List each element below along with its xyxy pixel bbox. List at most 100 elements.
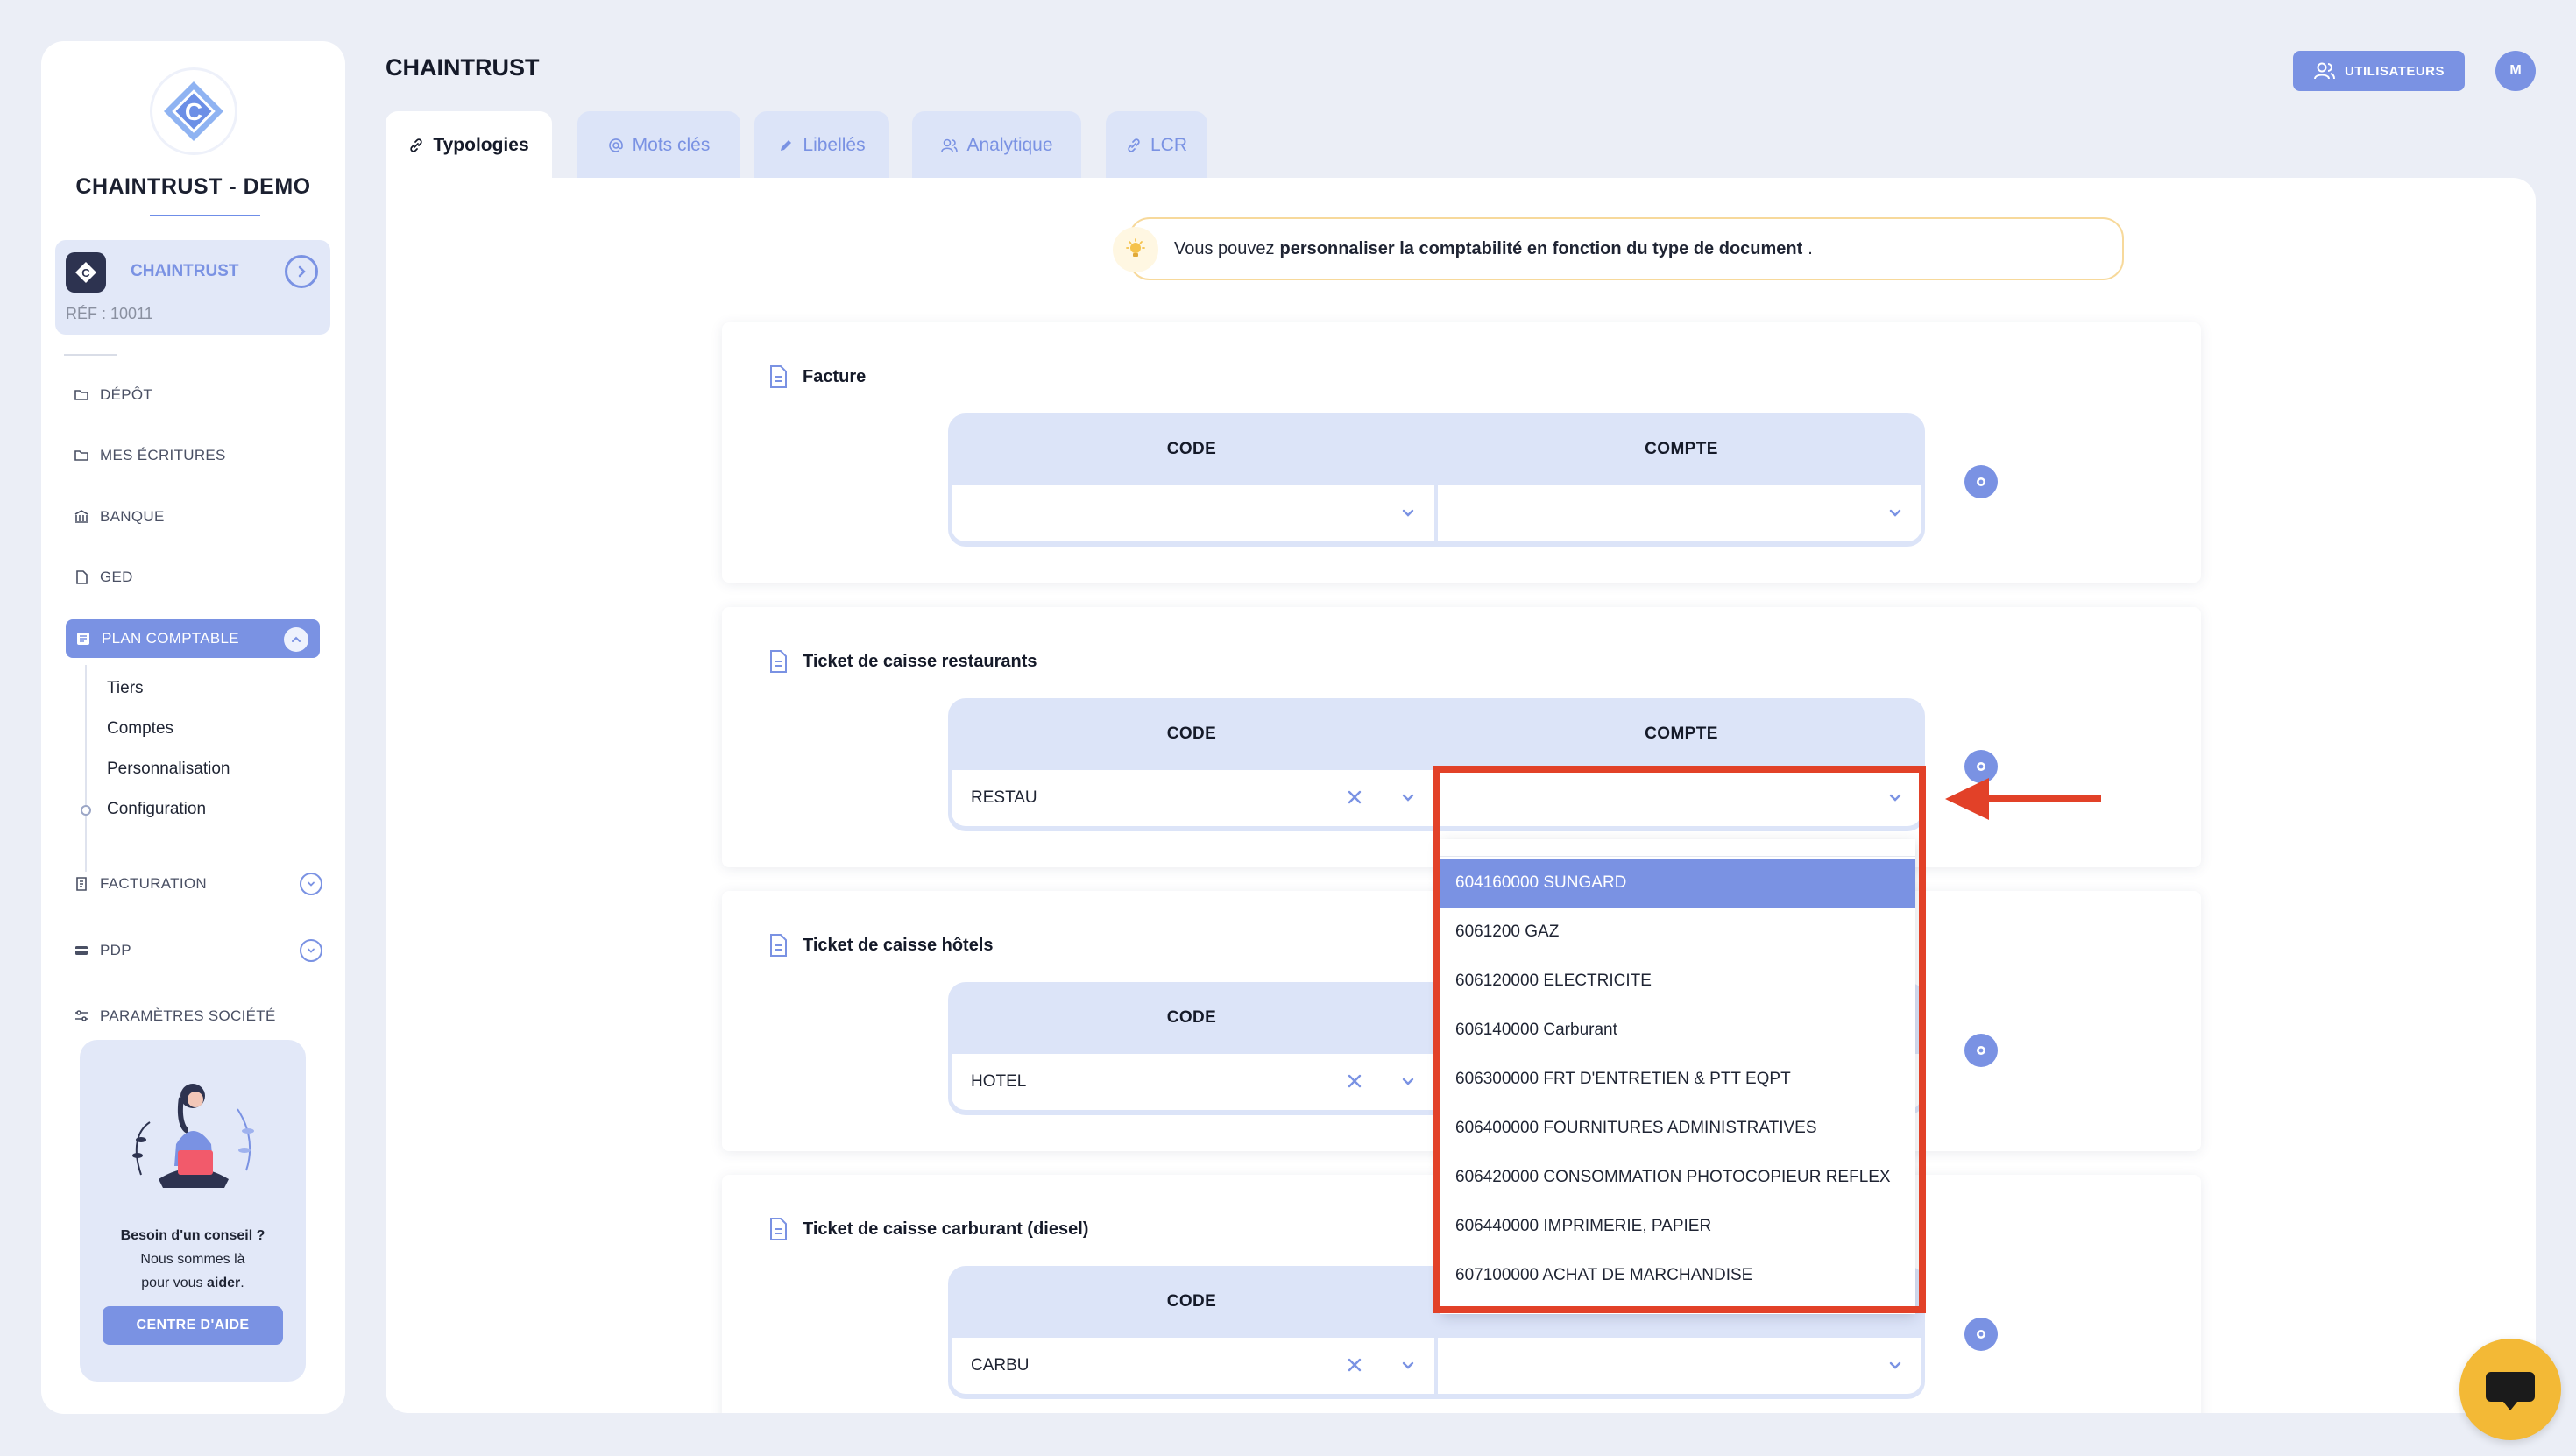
code-select[interactable]: RESTAU — [952, 770, 1434, 826]
chaintrust-logo-icon: C — [164, 81, 223, 141]
tab-analytique[interactable]: Analytique — [912, 111, 1081, 180]
subnav-comptes[interactable]: Comptes — [107, 719, 173, 739]
users-button-label: UTILISATEURS — [2344, 63, 2445, 79]
annotation-arrow-icon — [1945, 778, 2101, 820]
code-value: CARBU — [971, 1356, 1030, 1375]
submenu-active-dot — [81, 805, 91, 816]
nav-ged[interactable]: GED — [74, 560, 322, 595]
eye-icon[interactable] — [1964, 1034, 1998, 1067]
dropdown-search[interactable] — [1440, 839, 1915, 857]
column-header-code: CODE — [1166, 1292, 1217, 1311]
nav-ecritures[interactable]: MES ÉCRITURES — [74, 438, 322, 473]
subnav-personnalisation[interactable]: Personnalisation — [107, 760, 230, 779]
nav-banque[interactable]: BANQUE — [74, 499, 322, 534]
compte-dropdown-menu: 604160000 SUNGARD 6061200 GAZ 606120000 … — [1440, 839, 1915, 1314]
pen-icon — [781, 140, 792, 151]
help-line-3-pre: pour vous — [141, 1276, 207, 1290]
nav-plan-comptable-label: PLAN COMPTABLE — [102, 630, 239, 647]
chevron-up-icon[interactable] — [284, 627, 308, 652]
invoice-icon — [76, 877, 87, 891]
code-select[interactable]: CARBU — [952, 1338, 1434, 1394]
nav-parametres[interactable]: PARAMÈTRES SOCIÉTÉ — [74, 999, 322, 1034]
nav-ged-label: GED — [100, 569, 133, 585]
chat-icon[interactable] — [2459, 1339, 2561, 1440]
nav-plan-comptable[interactable]: PLAN COMPTABLE — [66, 619, 320, 658]
dropdown-option[interactable]: 606300000 FRT D'ENTRETIEN & PTT EQPT — [1440, 1055, 1915, 1104]
tab-label: Analytique — [966, 135, 1053, 155]
clear-icon[interactable] — [1345, 788, 1364, 807]
tab-label: LCR — [1150, 135, 1187, 155]
dropdown-option[interactable]: 606400000 FOURNITURES ADMINISTRATIVES — [1440, 1104, 1915, 1153]
subnav-configuration[interactable]: Configuration — [107, 800, 206, 819]
dropdown-option[interactable]: 606140000 Carburant — [1440, 1006, 1915, 1055]
organization-card[interactable]: C CHAINTRUST RÉF : 10011 — [55, 240, 330, 335]
nav-pdp-label: PDP — [100, 942, 131, 958]
chevron-down-icon[interactable] — [1399, 789, 1417, 807]
ledger-icon — [77, 633, 89, 645]
svg-text:C: C — [185, 98, 202, 125]
chevron-down-icon[interactable] — [1886, 1357, 1904, 1375]
company-title: CHAINTRUST - DEMO — [75, 174, 311, 199]
tab-lcr[interactable]: LCR — [1106, 111, 1207, 180]
compte-select[interactable] — [1438, 770, 1921, 826]
folder-icon — [74, 450, 88, 461]
dropdown-option[interactable]: 607100000 ACHAT DE MARCHANDISE — [1440, 1251, 1915, 1300]
chevron-down-icon[interactable] — [300, 873, 322, 895]
section-title-text: Ticket de caisse restaurants — [803, 651, 1037, 671]
tab-mots-cles[interactable]: Mots clés — [577, 111, 740, 180]
code-value: RESTAU — [971, 788, 1037, 807]
eye-icon[interactable] — [1964, 465, 1998, 498]
info-banner: Vous pouvez personnaliser la comptabilit… — [1113, 217, 2124, 280]
info-text-pre: Vous pouvez — [1174, 238, 1275, 258]
card-icon — [75, 946, 88, 955]
users-button[interactable]: UTILISATEURS — [2293, 51, 2465, 91]
eye-icon[interactable] — [1964, 1318, 1998, 1351]
chevron-right-icon[interactable] — [285, 255, 318, 288]
company-logo: C — [150, 67, 237, 155]
tab-libelles[interactable]: Libellés — [754, 111, 889, 180]
chevron-down-icon[interactable] — [1886, 505, 1904, 522]
nav-facturation[interactable]: FACTURATION — [74, 866, 322, 901]
nav-depot[interactable]: DÉPÔT — [74, 378, 322, 413]
clear-icon[interactable] — [1345, 1071, 1364, 1091]
typology-section: Facture CODE COMPTE — [722, 322, 2201, 583]
compte-select[interactable] — [1438, 485, 1921, 541]
tab-label: Libellés — [803, 135, 866, 155]
dropdown-option[interactable]: 606420000 CONSOMMATION PHOTOCOPIEUR REFL… — [1440, 1153, 1915, 1202]
dropdown-option[interactable]: 604160000 SUNGARD — [1440, 859, 1915, 908]
tab-typologies[interactable]: Typologies — [386, 111, 552, 180]
document-icon — [770, 934, 787, 957]
divider — [64, 354, 117, 356]
section-title-text: Ticket de caisse hôtels — [803, 935, 994, 955]
clear-icon[interactable] — [1345, 1355, 1364, 1375]
typology-section: Ticket de caisse restaurants CODE COMPTE… — [722, 607, 2201, 867]
page-title: CHAINTRUST — [386, 54, 540, 81]
help-center-button[interactable]: CENTRE D'AIDE — [103, 1306, 283, 1345]
chevron-down-icon[interactable] — [300, 939, 322, 962]
nav-ecritures-label: MES ÉCRITURES — [100, 447, 226, 463]
tab-label: Mots clés — [632, 135, 711, 155]
section-title-text: Facture — [803, 366, 867, 386]
compte-select[interactable] — [1438, 1338, 1921, 1394]
avatar[interactable]: M — [2495, 51, 2536, 91]
dropdown-option[interactable]: 606440000 IMPRIMERIE, PAPIER — [1440, 1202, 1915, 1251]
mapping-table: CODE COMPTE RESTAU — [948, 698, 1925, 831]
dropdown-option[interactable]: 6061200 GAZ — [1440, 908, 1915, 957]
code-select[interactable]: HOTEL — [952, 1054, 1434, 1110]
subnav-tiers[interactable]: Tiers — [107, 679, 144, 698]
dropdown-option[interactable]: 606120000 ELECTRICITE — [1440, 957, 1915, 1006]
chevron-down-icon[interactable] — [1399, 1073, 1417, 1091]
chevron-down-icon[interactable] — [1399, 505, 1417, 522]
nav-pdp[interactable]: PDP — [74, 933, 322, 968]
code-select[interactable] — [952, 485, 1434, 541]
column-header-compte: COMPTE — [1645, 724, 1718, 743]
help-line-3-post: . — [240, 1276, 244, 1290]
chevron-down-icon[interactable] — [1886, 789, 1904, 807]
document-icon — [770, 365, 787, 388]
info-text-post: . — [1808, 238, 1813, 258]
column-header-code: CODE — [1166, 440, 1217, 458]
nav-parametres-label: PARAMÈTRES SOCIÉTÉ — [100, 1007, 276, 1024]
lightbulb-icon — [1113, 227, 1158, 272]
chevron-down-icon[interactable] — [1399, 1357, 1417, 1375]
nav-facturation-label: FACTURATION — [100, 875, 207, 892]
